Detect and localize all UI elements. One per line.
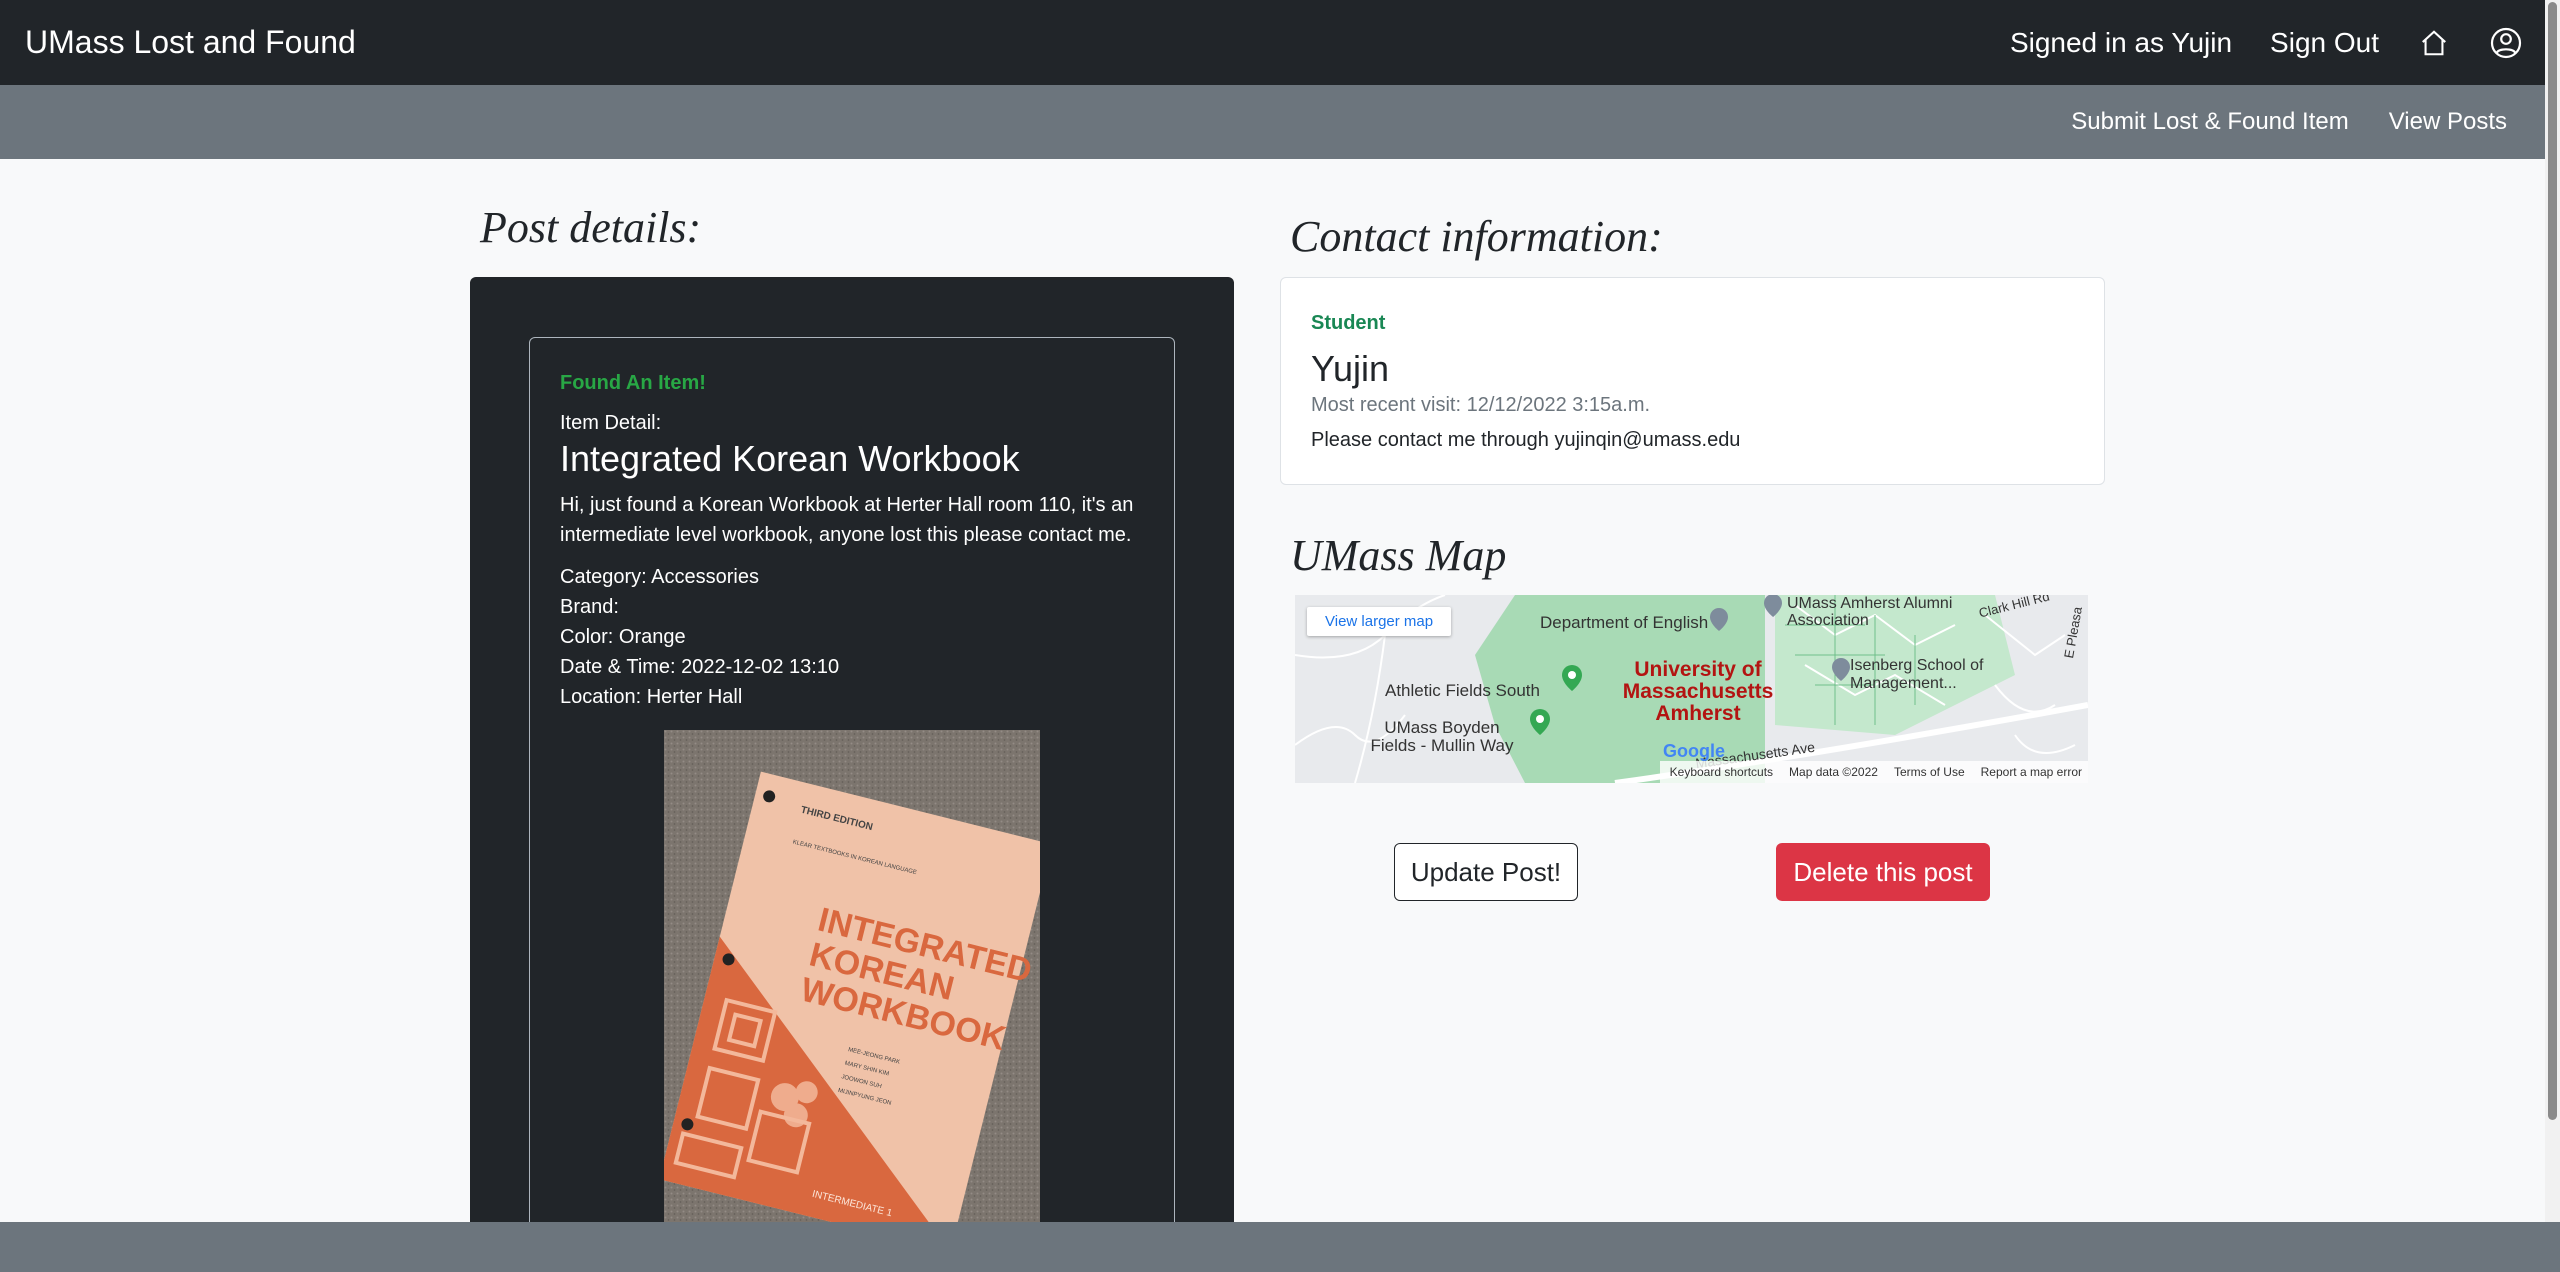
map-label-athletic[interactable]: Athletic Fields South bbox=[1385, 681, 1540, 701]
top-nav-actions: Signed in as Yujin Sign Out bbox=[2010, 0, 2545, 85]
map-footer: Keyboard shortcuts Map data ©2022 Terms … bbox=[1659, 761, 2088, 783]
item-color: Color: Orange bbox=[560, 626, 686, 648]
campus-map[interactable]: View larger map Department of English UM… bbox=[1295, 595, 2088, 783]
post-status: Found An Item! bbox=[560, 372, 706, 394]
map-heading: UMass Map bbox=[1290, 531, 1507, 580]
contact-card: Student Yujin Most recent visit: 12/12/2… bbox=[1280, 277, 2105, 485]
secondary-nav-links: Submit Lost & Found Item View Posts bbox=[2071, 85, 2507, 159]
contact-note: Please contact me through yujinqin@umass… bbox=[1311, 429, 1741, 451]
secondary-navbar: Submit Lost & Found Item View Posts bbox=[0, 85, 2545, 159]
map-label-university[interactable]: University of Massachusetts Amherst bbox=[1613, 659, 1783, 725]
page-scrollbar[interactable] bbox=[2545, 0, 2560, 1222]
view-larger-map-link[interactable]: View larger map bbox=[1307, 607, 1452, 636]
map-label-boyden[interactable]: UMass Boyden Fields - Mullin Way bbox=[1367, 719, 1517, 755]
google-logo: Google bbox=[1663, 741, 1725, 762]
item-description: Hi, just found a Korean Workbook at Hert… bbox=[560, 494, 1134, 546]
map-data-credit: Map data ©2022 bbox=[1789, 765, 1878, 779]
post-details-panel: Found An Item! Item Detail: Integrated K… bbox=[470, 277, 1234, 1240]
contact-role: Student bbox=[1311, 312, 1386, 334]
map-report-error-link[interactable]: Report a map error bbox=[1981, 765, 2082, 779]
home-icon[interactable] bbox=[2417, 26, 2451, 60]
item-datetime: Date & Time: 2022-12-02 13:10 bbox=[560, 656, 840, 678]
signed-in-label: Signed in as Yujin bbox=[2009, 26, 2233, 58]
map-terms-link[interactable]: Terms of Use bbox=[1894, 765, 1965, 779]
item-category: Category: Accessories bbox=[560, 566, 759, 588]
page-footer bbox=[0, 1222, 2560, 1272]
item-attributes: Category: Accessories Brand: Color: Oran… bbox=[560, 562, 839, 712]
view-posts-link[interactable]: View Posts bbox=[2389, 108, 2507, 136]
post-details-heading: Post details: bbox=[480, 203, 702, 252]
item-card: Found An Item! Item Detail: Integrated K… bbox=[529, 337, 1175, 1240]
top-navbar: UMass Lost and Found Signed in as Yujin … bbox=[0, 0, 2545, 85]
brand-title[interactable]: UMass Lost and Found bbox=[25, 24, 356, 61]
contact-heading: Contact information: bbox=[1290, 212, 1663, 261]
submit-item-link[interactable]: Submit Lost & Found Item bbox=[2071, 108, 2348, 136]
person-circle-icon[interactable] bbox=[2489, 26, 2523, 60]
sign-out-link[interactable]: Sign Out bbox=[2270, 27, 2379, 59]
delete-post-button[interactable]: Delete this post bbox=[1776, 843, 1990, 901]
map-label-english[interactable]: Department of English bbox=[1540, 613, 1708, 633]
scrollbar-thumb[interactable] bbox=[2548, 2, 2557, 1120]
item-photo: INTEGRATED KOREAN WORKBOOK THIRD EDITION… bbox=[664, 730, 1040, 1240]
map-label-alumni[interactable]: UMass Amherst Alumni Association bbox=[1787, 595, 1967, 629]
item-detail-label: Item Detail: bbox=[560, 412, 662, 434]
item-brand: Brand: bbox=[560, 596, 619, 618]
map-label-isenberg[interactable]: Isenberg School of Management... bbox=[1850, 657, 1990, 693]
contact-last-visit: Most recent visit: 12/12/2022 3:15a.m. bbox=[1311, 394, 1651, 416]
google-logo-text: Google bbox=[1663, 741, 1725, 761]
contact-name: Yujin bbox=[1311, 348, 1390, 389]
map-keyboard-shortcuts[interactable]: Keyboard shortcuts bbox=[1670, 765, 1773, 779]
item-location: Location: Herter Hall bbox=[560, 686, 743, 708]
item-title: Integrated Korean Workbook bbox=[560, 438, 1020, 479]
update-post-button[interactable]: Update Post! bbox=[1394, 843, 1578, 901]
